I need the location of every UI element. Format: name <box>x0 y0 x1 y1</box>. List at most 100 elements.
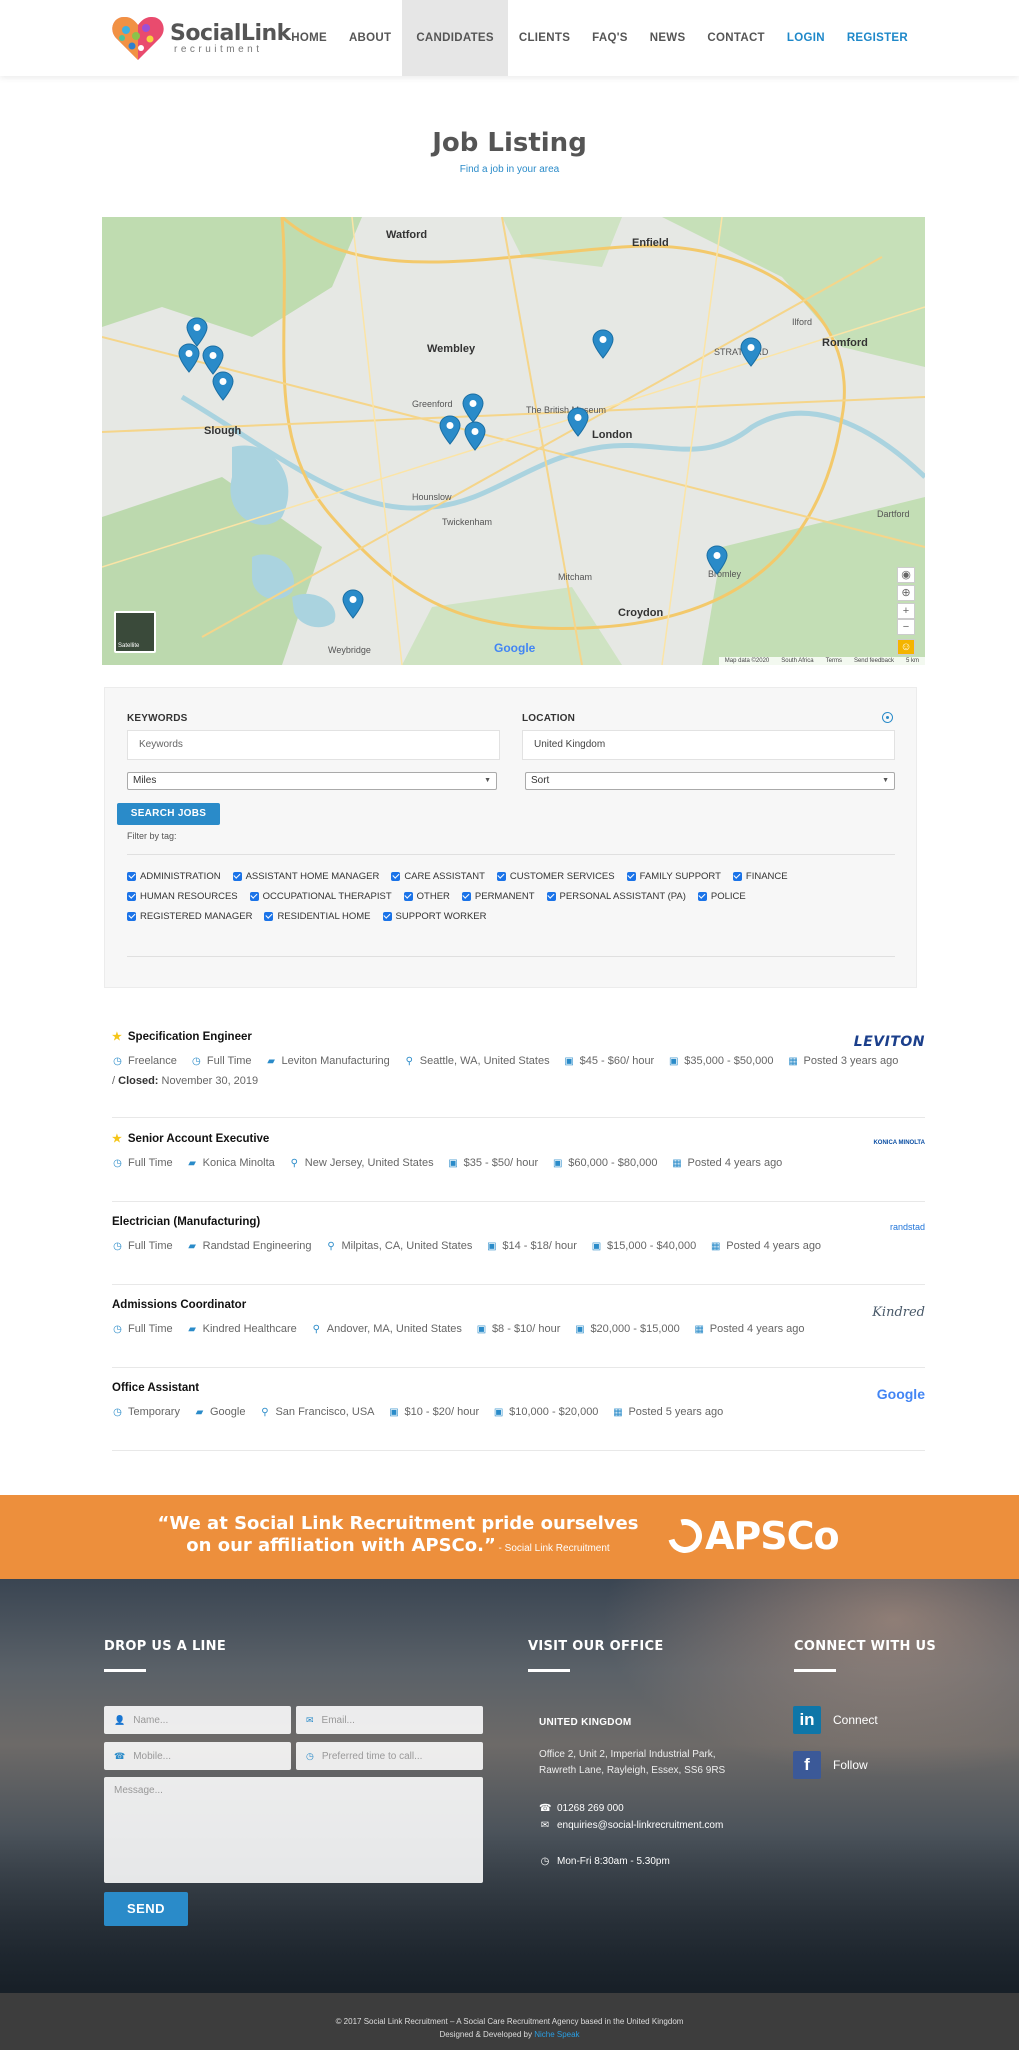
job-title[interactable]: Specification Engineer <box>128 1031 252 1043</box>
map-pin-icon[interactable] <box>464 421 486 451</box>
office-email[interactable]: ✉ enquiries@social-linkrecruitment.com <box>539 1820 724 1831</box>
tag-filter-checkbox[interactable]: FINANCE <box>732 871 788 882</box>
banner-quote: “We at Social Link Recruitment pride our… <box>157 1513 639 1556</box>
preferred-time-field[interactable]: ◷ Preferred time to call... <box>296 1742 483 1770</box>
checkbox-checked-icon[interactable] <box>127 871 136 881</box>
checkbox-checked-icon[interactable] <box>391 871 401 881</box>
checkbox-checked-icon[interactable] <box>626 871 636 881</box>
checkbox-checked-icon[interactable] <box>249 891 259 901</box>
banner-attribution: - Social Link Recruitment <box>495 1543 610 1554</box>
job-listing-item[interactable]: Office Assistant ◷ Temporary ▰ Google ⚲ San Fr… <box>112 1368 925 1451</box>
job-meta-item: ▦ Posted 4 years ago <box>711 1240 822 1252</box>
map-pin-icon[interactable] <box>592 329 614 359</box>
map-pin-icon[interactable] <box>342 589 364 619</box>
keywords-input[interactable]: Keywords <box>127 730 500 760</box>
locate-me-icon[interactable] <box>882 712 893 723</box>
sort-select[interactable]: Sort ▼ <box>525 772 895 790</box>
map-pin-icon[interactable] <box>567 407 589 437</box>
nav-clients[interactable]: CLIENTS <box>508 0 581 76</box>
job-listing-item[interactable]: ★ Senior Account Executive ◷ Full Time ▰ Koni… <box>112 1118 925 1202</box>
street-view-icon[interactable]: ☺ <box>897 639 915 655</box>
tag-filter-checkbox[interactable]: SUPPORT WORKER <box>382 911 487 922</box>
developer-link[interactable]: Niche Speak <box>534 2030 579 2039</box>
tag-filter-checkbox[interactable]: CARE ASSISTANT <box>391 871 485 882</box>
job-meta-item: ▣ $10 - $20/ hour <box>389 1406 480 1418</box>
map-pin-icon[interactable] <box>178 343 200 373</box>
job-listing-item[interactable]: Electrician (Manufacturing) ◷ Full Time ▰ Ra… <box>112 1202 925 1285</box>
linkedin-link[interactable]: in Connect <box>793 1706 878 1734</box>
nav-register[interactable]: REGISTER <box>836 0 919 76</box>
job-listing-item[interactable]: Admissions Coordinator ◷ Full Time ▰ Kindred… <box>112 1285 925 1368</box>
checkbox-checked-icon[interactable] <box>127 911 136 921</box>
site-logo[interactable]: SocialLink recruitment <box>110 12 291 64</box>
job-meta-item: ▰ Leviton Manufacturing <box>267 1055 390 1067</box>
job-title[interactable]: Office Assistant <box>112 1382 199 1394</box>
map-pegman-icon[interactable]: ◉ <box>897 567 915 583</box>
map-pin-icon[interactable] <box>212 371 234 401</box>
nav-home[interactable]: HOME <box>280 0 338 76</box>
map-pin-icon[interactable] <box>462 393 484 423</box>
map-footer-item[interactable]: South Africa <box>781 658 813 664</box>
office-hours: ◷ Mon-Fri 8:30am - 5.30pm <box>540 1856 670 1867</box>
tag-filter-checkbox[interactable]: REGISTERED MANAGER <box>127 911 252 922</box>
map-zoom-out-button[interactable]: − <box>897 619 915 635</box>
name-field[interactable]: 👤 Name... <box>104 1706 291 1734</box>
tag-filter-checkbox[interactable]: POLICE <box>697 891 746 902</box>
checkbox-checked-icon[interactable] <box>546 891 556 901</box>
tag-filter-checkbox[interactable]: HUMAN RESOURCES <box>127 891 238 902</box>
checkbox-checked-icon[interactable] <box>403 891 413 901</box>
nav-login[interactable]: LOGIN <box>776 0 836 76</box>
map-footer-item[interactable]: Send feedback <box>854 658 894 664</box>
message-field[interactable]: Message... <box>104 1777 483 1883</box>
map-footer-item[interactable]: 5 km <box>906 658 919 664</box>
office-phone[interactable]: ☎ 01268 269 000 <box>539 1803 624 1814</box>
job-meta-item: ⚲ San Francisco, USA <box>261 1406 375 1418</box>
map-label: Slough <box>204 425 242 437</box>
checkbox-checked-icon[interactable] <box>697 891 707 901</box>
job-title[interactable]: Admissions Coordinator <box>112 1299 246 1311</box>
tag-filter-checkbox[interactable]: ADMINISTRATION <box>127 871 221 882</box>
map-footer-item[interactable]: Terms <box>826 658 842 664</box>
nav-news[interactable]: NEWS <box>639 0 697 76</box>
map-zoom-in-button[interactable]: + <box>897 603 915 619</box>
checkbox-checked-icon[interactable] <box>382 911 392 921</box>
tag-filter-checkbox[interactable]: OCCUPATIONAL THERAPIST <box>249 891 392 902</box>
location-input[interactable]: United Kingdom <box>522 730 895 760</box>
job-title[interactable]: Senior Account Executive <box>128 1133 269 1145</box>
email-field[interactable]: ✉ Email... <box>296 1706 483 1734</box>
tag-filter-checkbox[interactable]: OTHER <box>403 891 450 902</box>
distance-select[interactable]: Miles ▼ <box>127 772 497 790</box>
tag-filter-checkbox[interactable]: PERSONAL ASSISTANT (PA) <box>546 891 686 902</box>
send-button[interactable]: SEND <box>104 1892 188 1926</box>
mobile-field[interactable]: ☎ Mobile... <box>104 1742 291 1770</box>
clock-icon: ◷ <box>113 1323 122 1335</box>
checkbox-checked-icon[interactable] <box>496 871 506 881</box>
nav-candidates[interactable]: CANDIDATES <box>402 0 508 76</box>
facebook-link[interactable]: f Follow <box>793 1751 868 1779</box>
tag-filter-checkbox[interactable]: RESIDENTIAL HOME <box>264 911 371 922</box>
checkbox-checked-icon[interactable] <box>127 891 136 901</box>
nav-about[interactable]: ABOUT <box>338 0 402 76</box>
tag-filter-checkbox[interactable]: CUSTOMER SERVICES <box>496 871 615 882</box>
job-meta-item: ◷ Freelance <box>113 1055 177 1067</box>
map-pin-icon[interactable] <box>439 415 461 445</box>
job-map[interactable]: Watford Enfield Wembley Slough London Ro… <box>102 217 925 665</box>
job-listing-item[interactable]: ★ Specification Engineer ◷ Freelance ◷ Full T… <box>112 1014 925 1118</box>
map-pin-icon[interactable] <box>706 545 728 575</box>
nav-contact[interactable]: CONTACT <box>696 0 775 76</box>
job-title[interactable]: Electrician (Manufacturing) <box>112 1216 260 1228</box>
checkbox-checked-icon[interactable] <box>264 911 274 921</box>
map-footer: Map data ©2020 South Africa Terms Send feed… <box>718 657 925 665</box>
checkbox-checked-icon[interactable] <box>232 871 242 881</box>
tag-filter-checkbox[interactable]: ASSISTANT HOME MANAGER <box>232 871 379 882</box>
map-locate-icon[interactable]: ⊕ <box>897 585 915 601</box>
checkbox-checked-icon[interactable] <box>732 871 742 881</box>
satellite-toggle[interactable]: Satellite <box>114 611 156 653</box>
tag-filter-checkbox[interactable]: FAMILY SUPPORT <box>626 871 721 882</box>
map-label: Romford <box>822 337 868 349</box>
nav-faqs[interactable]: FAQ'S <box>581 0 639 76</box>
search-jobs-button[interactable]: SEARCH JOBS <box>117 803 220 825</box>
checkbox-checked-icon[interactable] <box>461 891 471 901</box>
tag-filter-checkbox[interactable]: PERMANENT <box>461 891 535 902</box>
map-pin-icon[interactable] <box>740 337 762 367</box>
